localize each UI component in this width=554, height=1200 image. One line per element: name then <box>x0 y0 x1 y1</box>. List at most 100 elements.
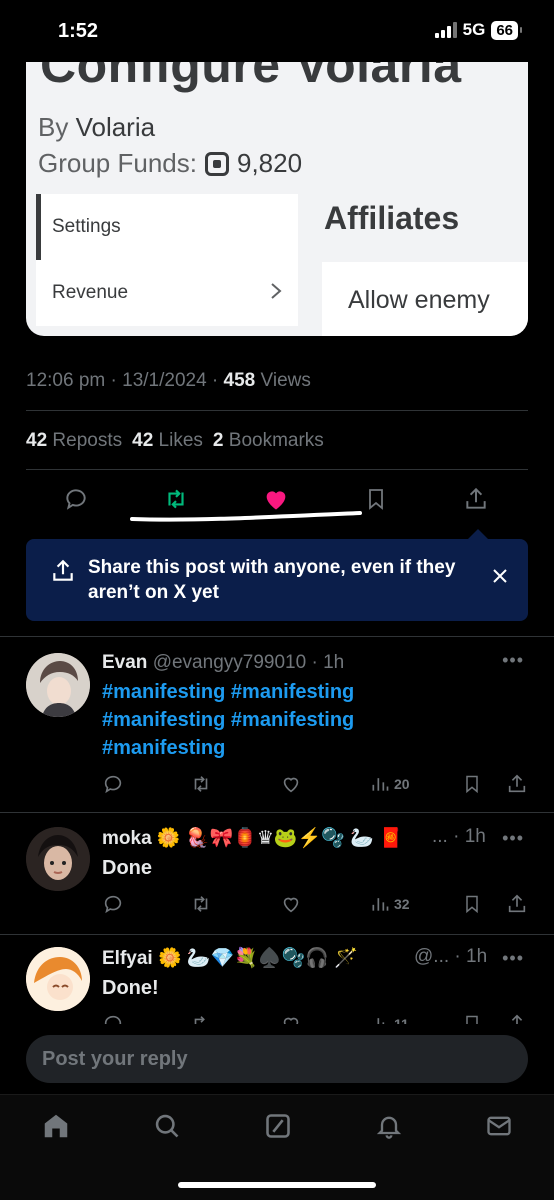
hashtag-line[interactable]: #manifesting #manifesting <box>102 678 354 706</box>
chevron-right-icon <box>270 280 282 306</box>
embed-funds-value: 9,820 <box>236 148 303 178</box>
repost-icon <box>194 896 208 912</box>
post-image[interactable]: Configure Volaria By Volaria Group Funds… <box>26 62 528 336</box>
reply-actions: 20 <box>102 772 530 796</box>
reply-text: Done <box>102 857 152 879</box>
robux-icon <box>204 151 229 176</box>
heart-icon <box>283 1017 299 1024</box>
share-button[interactable] <box>459 482 493 516</box>
bookmark-button[interactable] <box>462 1012 482 1024</box>
tab-search[interactable] <box>152 1111 182 1141</box>
tab-grok[interactable] <box>263 1111 293 1141</box>
bookmark-button[interactable] <box>462 892 482 916</box>
share-button[interactable] <box>506 892 528 916</box>
tab-home[interactable] <box>41 1111 71 1141</box>
embed-menu-label: Revenue <box>52 282 129 303</box>
hashtag-line[interactable]: #manifesting <box>102 734 354 762</box>
bookmark-icon <box>466 895 478 914</box>
embed-funds-label: Group Funds: <box>38 148 197 178</box>
share-icon <box>508 894 526 913</box>
hand-drawn-underline <box>130 511 362 522</box>
reply-item[interactable]: Elfyai 🌼 🦢💎💐♠️🫧🎧 🪄 @... · 1h ••• Done! 1… <box>0 934 554 1024</box>
search-icon <box>155 1114 179 1138</box>
reply-button[interactable] <box>102 892 124 916</box>
battery-icon: 66 <box>491 20 522 40</box>
views-button[interactable]: 20 <box>370 772 410 796</box>
like-button[interactable] <box>280 1012 302 1024</box>
likes-count: 42 <box>132 430 154 451</box>
avatar[interactable] <box>26 947 90 1011</box>
like-button[interactable] <box>280 892 302 916</box>
share-banner-text: Share this post with anyone, even if the… <box>88 557 456 603</box>
bell-icon <box>376 1116 402 1139</box>
reply-age: 1h <box>466 946 488 967</box>
repost-button[interactable] <box>190 892 212 916</box>
home-icon <box>44 1114 68 1138</box>
reply-button[interactable] <box>59 482 93 516</box>
heart-icon <box>283 777 299 793</box>
mail-icon <box>487 1116 511 1136</box>
share-banner[interactable]: Share this post with anyone, even if the… <box>26 529 528 621</box>
avatar[interactable] <box>26 827 90 891</box>
bookmark-icon <box>466 775 478 794</box>
author-name: Elfyai 🌼 🦢💎💐♠️🫧🎧 🪄 <box>102 948 358 969</box>
bookmark-button[interactable] <box>359 482 393 516</box>
embed-funds: Group Funds: 9,820 <box>38 148 302 179</box>
reply-author[interactable]: Evan @evangyy799010 · 1h <box>102 652 344 674</box>
reply-button[interactable] <box>102 1012 124 1024</box>
more-icon[interactable]: ••• <box>502 650 524 671</box>
share-icon <box>466 487 486 509</box>
views-icon <box>372 778 389 791</box>
reply-input[interactable]: Post your reply <box>26 1035 528 1083</box>
status-bar: 1:52 5G 66 <box>0 0 554 62</box>
author-handle: @... <box>414 946 450 967</box>
reposts-stat[interactable]: 42 Reposts <box>26 430 122 452</box>
share-button[interactable] <box>506 772 528 796</box>
embed-owner: By Volaria <box>38 112 155 143</box>
reply-actions: 32 <box>102 892 530 916</box>
reply-icon <box>104 895 122 914</box>
repost-button[interactable] <box>190 772 212 796</box>
close-icon[interactable] <box>492 567 508 590</box>
embed-menu-label: Settings <box>52 216 121 237</box>
author-handle: @evangyy799010 <box>152 652 307 673</box>
bookmarks-stat[interactable]: 2 Bookmarks <box>213 430 324 452</box>
home-indicator <box>178 1182 376 1188</box>
tab-notifications[interactable] <box>374 1111 404 1141</box>
likes-label: Likes <box>158 430 203 451</box>
tab-messages[interactable] <box>484 1111 514 1141</box>
author-handle: ... <box>432 826 448 847</box>
embed-option: Allow enemy <box>322 262 528 336</box>
bookmark-icon <box>466 1015 478 1024</box>
embed-by-value: Volaria <box>75 112 156 142</box>
views-icon <box>372 898 389 911</box>
reply-button[interactable] <box>102 772 124 796</box>
embed-menu-revenue: Revenue <box>36 260 298 326</box>
reposts-count: 42 <box>26 430 48 451</box>
share-icon <box>511 1014 523 1024</box>
embed-menu-settings: Settings <box>36 194 298 260</box>
network-label: 5G <box>462 20 486 39</box>
post-views-count: 458 <box>223 370 256 391</box>
bookmark-button[interactable] <box>462 772 482 796</box>
hashtag-line[interactable]: #manifesting #manifesting <box>102 706 354 734</box>
like-button[interactable] <box>280 772 302 796</box>
reply-text: Done! <box>102 977 159 999</box>
post-date: 13/1/2024 <box>122 370 207 391</box>
views-button[interactable]: 11 <box>370 1012 409 1024</box>
reply-item[interactable]: moka 🌼 🪼🎀🏮♛🐸⚡️🫧 🦢 🧧 ... · 1h ••• Done 32 <box>0 812 554 934</box>
more-icon[interactable]: ••• <box>502 828 524 849</box>
reply-item[interactable]: Evan @evangyy799010 · 1h ••• #manifestin… <box>0 636 554 812</box>
more-icon[interactable]: ••• <box>502 948 524 969</box>
likes-stat[interactable]: 42 Likes <box>132 430 203 452</box>
author-name: Evan <box>102 652 148 673</box>
views-count: 32 <box>394 896 410 912</box>
views-button[interactable]: 32 <box>370 892 410 916</box>
avatar[interactable] <box>26 653 90 717</box>
repost-button[interactable] <box>190 1012 212 1024</box>
reply-author[interactable]: Elfyai 🌼 🦢💎💐♠️🫧🎧 🪄 <box>102 946 412 970</box>
share-button[interactable] <box>506 1012 528 1024</box>
post-stats: 42 Reposts 42 Likes 2 Bookmarks <box>26 430 324 452</box>
share-icon <box>508 774 526 793</box>
reply-author[interactable]: moka 🌼 🪼🎀🏮♛🐸⚡️🫧 🦢 🧧 <box>102 826 472 850</box>
